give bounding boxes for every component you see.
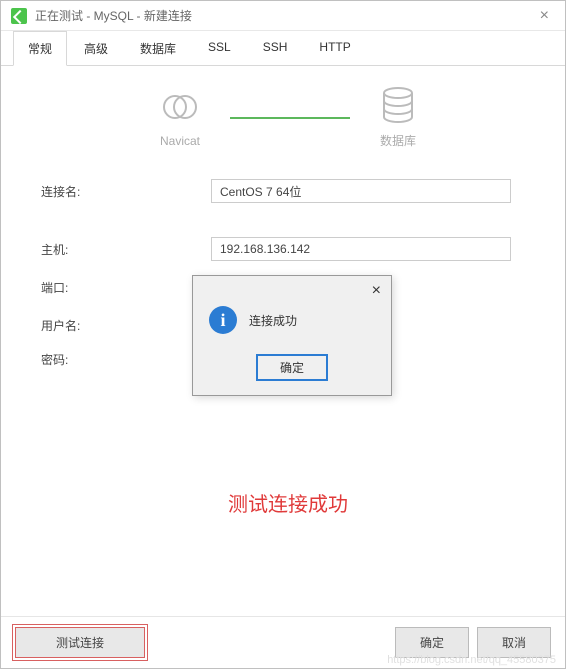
cancel-button[interactable]: 取消 [477,627,551,658]
tab-general[interactable]: 常规 [13,31,67,66]
host-label: 主机: [41,241,211,258]
dialog-window: 正在测试 - MySQL - 新建连接 × 常规 高级 数据库 SSL SSH … [0,0,566,669]
modal-ok-button[interactable]: 确定 [256,354,328,381]
info-icon: i [209,306,237,334]
host-input[interactable] [211,237,511,261]
footer: 测试连接 确定 取消 [1,616,565,668]
navicat-icon [161,88,199,126]
database-label: 数据库 [380,132,416,149]
port-label: 端口: [41,279,211,296]
tab-ssh[interactable]: SSH [248,31,303,65]
conn-name-input[interactable] [211,179,511,203]
close-icon[interactable]: × [534,7,555,25]
window-title: 正在测试 - MySQL - 新建连接 [35,7,534,24]
user-label: 用户名: [41,317,211,334]
tab-database[interactable]: 数据库 [125,31,191,65]
close-icon[interactable]: × [372,282,381,300]
app-icon [11,8,27,24]
tab-ssl[interactable]: SSL [193,31,246,65]
connection-line [230,117,350,119]
navicat-label: Navicat [160,134,200,148]
titlebar: 正在测试 - MySQL - 新建连接 × [1,1,565,31]
message-dialog: × i 连接成功 确定 [192,275,392,396]
database-icon [381,86,415,124]
tab-advanced[interactable]: 高级 [69,31,123,65]
ok-button[interactable]: 确定 [395,627,469,658]
tab-http[interactable]: HTTP [304,31,365,65]
conn-name-label: 连接名: [41,183,211,200]
test-button[interactable]: 测试连接 [15,627,145,658]
connection-diagram: Navicat 数据库 [41,86,535,149]
pass-label: 密码: [41,351,211,368]
result-text: 测试连接成功 [41,488,535,517]
modal-message: 连接成功 [249,312,297,329]
tab-bar: 常规 高级 数据库 SSL SSH HTTP [1,31,565,66]
